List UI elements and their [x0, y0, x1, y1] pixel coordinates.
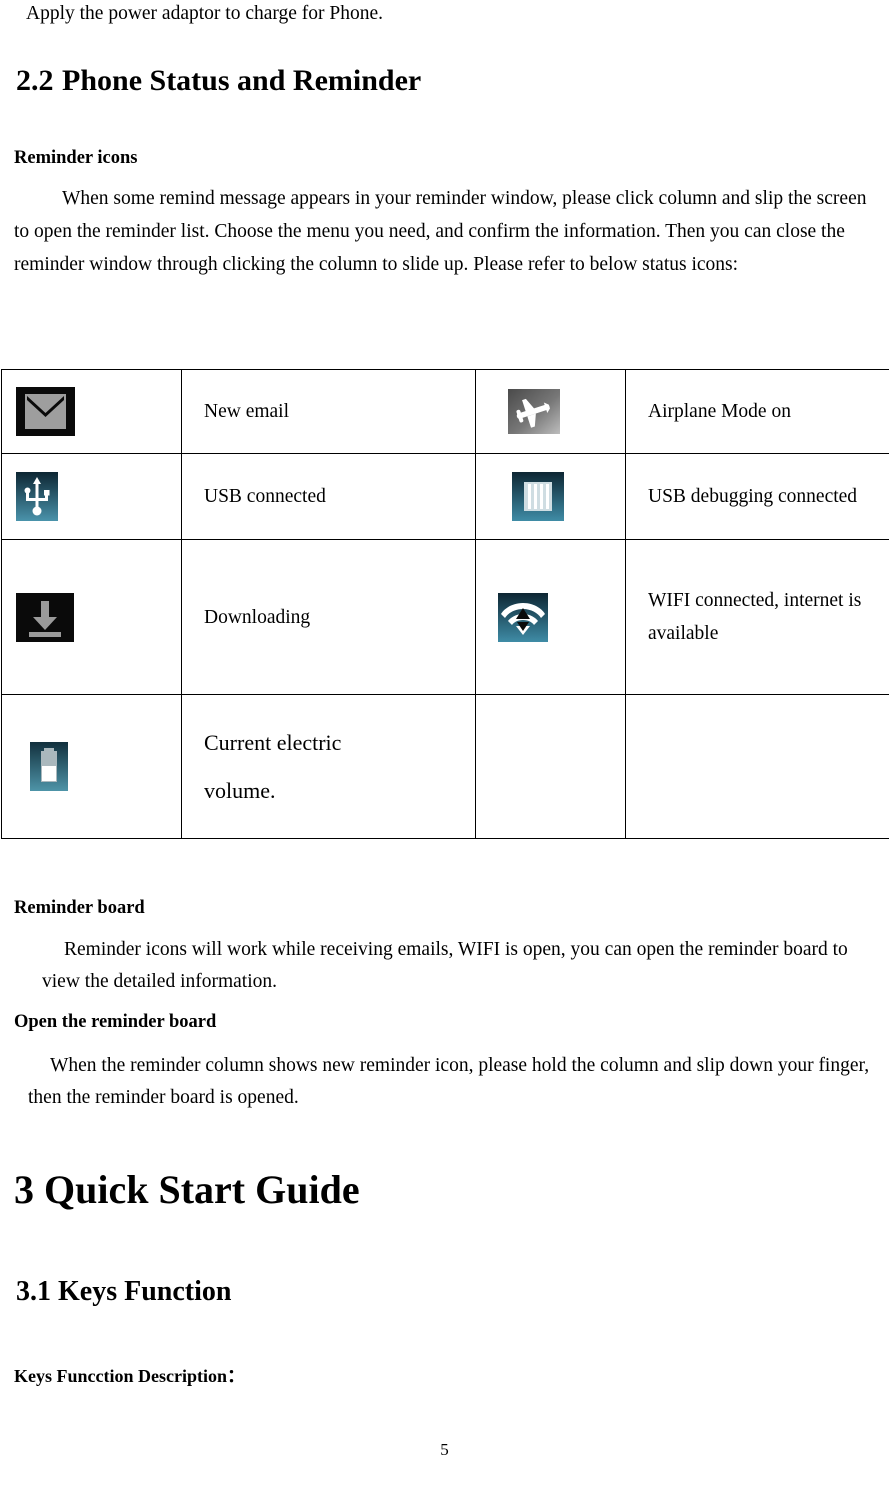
wifi-connected-icon: [476, 592, 625, 642]
section-heading-2-2: 2.2 Phone Status and Reminder: [16, 64, 421, 98]
subheading-reminder-board: Reminder board: [14, 898, 145, 918]
table-cell-label-empty: [625, 694, 889, 839]
chapter-heading-3: 3 Quick Start Guide: [14, 1167, 360, 1212]
new-email-icon-svg: [16, 387, 75, 436]
battery-level-icon-svg: [30, 742, 68, 791]
battery-level-icon: [2, 742, 181, 791]
document-page: Apply the power adaptor to charge for Ph…: [0, 0, 889, 1487]
paragraph-open-reminder-board-text: When the reminder column shows new remin…: [28, 1055, 870, 1108]
table-cell-icon: [1, 453, 182, 540]
table-cell-icon: [475, 453, 626, 540]
downloading-icon-svg: [16, 592, 74, 642]
subheading-keys-description: Keys Funcction Description：: [14, 1366, 245, 1386]
intro-line: Apply the power adaptor to charge for Ph…: [26, 3, 384, 24]
paragraph-reminder-intro: When some remind message appears in your…: [14, 182, 876, 281]
paragraph-reminder-intro-text: When some remind message appears in your…: [14, 188, 867, 275]
table-cell-label: WIFI connected, internet is available: [625, 539, 889, 695]
subheading-reminder-icons: Reminder icons: [14, 148, 138, 168]
table-cell-icon-empty: [475, 694, 626, 839]
usb-connected-icon-svg: [16, 472, 58, 521]
table-cell-icon: [475, 539, 626, 695]
paragraph-open-reminder-board: When the reminder column shows new remin…: [28, 1050, 874, 1114]
wifi-connected-icon-svg: [498, 592, 548, 642]
downloading-icon: [2, 592, 181, 642]
subheading-open-reminder-board: Open the reminder board: [14, 1012, 217, 1032]
section-heading-3-1: 3.1 Keys Function: [16, 1276, 232, 1307]
table-row: New email Airplane Mode on: [1, 369, 889, 454]
table-cell-icon: [475, 369, 626, 454]
battery-label-line-2: volume.: [204, 777, 276, 803]
table-cell-label: Downloading: [181, 539, 476, 695]
wifi-label-line-1: WIFI connected, internet is: [648, 590, 862, 611]
table-row: Current electric volume.: [1, 694, 889, 839]
table-cell-icon: [1, 539, 182, 695]
usb-connected-icon: [2, 472, 181, 521]
section-number: 2.2: [16, 64, 54, 97]
table-cell-icon: [1, 369, 182, 454]
battery-label-line-1: Current electric: [204, 729, 342, 755]
wifi-label-line-2: available: [648, 623, 719, 644]
usb-debugging-icon: [476, 472, 625, 521]
paragraph-reminder-board: Reminder icons will work while receiving…: [42, 934, 872, 998]
table-cell-label: USB debugging connected: [625, 453, 889, 540]
status-icon-table: New email Airplane Mode on USB connected…: [1, 369, 889, 839]
table-row: USB connected USB debugging connected: [1, 453, 889, 540]
table-cell-label: Airplane Mode on: [625, 369, 889, 454]
section-title: Phone Status and Reminder: [62, 64, 422, 97]
table-cell-label: Current electric volume.: [181, 694, 476, 839]
usb-debugging-icon-svg: [512, 472, 564, 521]
page-number: 5: [440, 1440, 449, 1459]
paragraph-reminder-board-text: Reminder icons will work while receiving…: [42, 939, 848, 992]
table-cell-icon: [1, 694, 182, 839]
table-row: Downloading WIFI connected, internet is …: [1, 539, 889, 695]
new-email-icon: [2, 387, 181, 436]
table-cell-label: USB connected: [181, 453, 476, 540]
airplane-mode-icon: [476, 389, 625, 434]
airplane-mode-icon-svg: [508, 389, 560, 434]
table-cell-label: New email: [181, 369, 476, 454]
